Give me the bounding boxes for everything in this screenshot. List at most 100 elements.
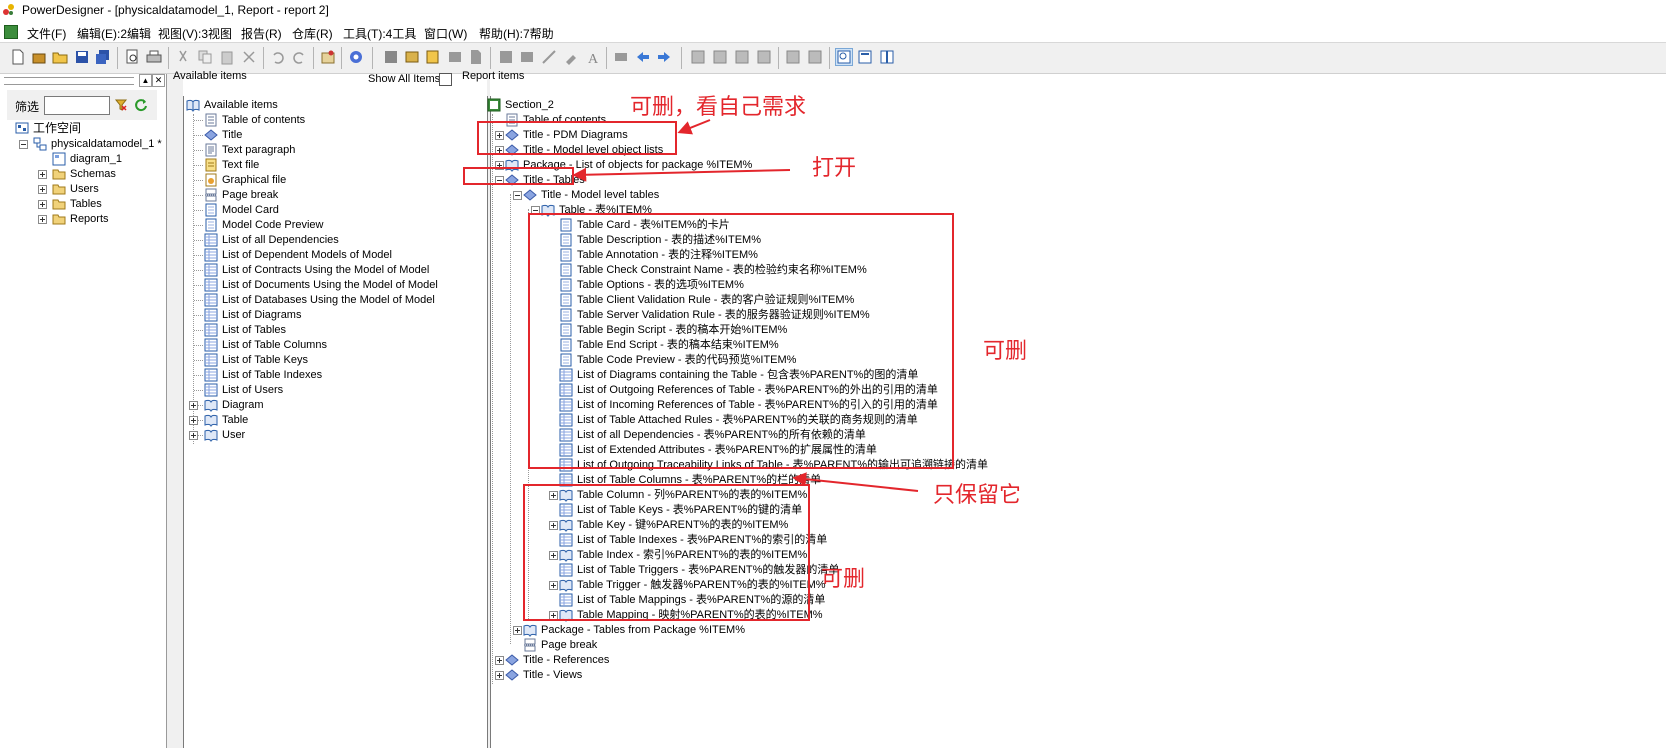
document-menu-icon[interactable] xyxy=(4,25,18,39)
report-item-label: Page break xyxy=(541,639,598,651)
list-icon xyxy=(204,383,218,397)
clear-filter-icon[interactable] xyxy=(114,98,128,112)
expand-toggle[interactable] xyxy=(38,185,47,194)
refresh-icon[interactable] xyxy=(134,98,148,112)
align-left-icon[interactable] xyxy=(690,49,706,65)
align-top-icon[interactable] xyxy=(756,49,772,65)
delete-icon[interactable] xyxy=(241,49,257,65)
available-item-label: Title xyxy=(222,129,243,141)
menu-window[interactable]: 窗口(W) xyxy=(424,25,467,42)
properties-icon[interactable] xyxy=(320,49,336,65)
generate-icon[interactable] xyxy=(348,49,364,65)
cut-icon[interactable] xyxy=(175,49,191,65)
available-item-label: Text file xyxy=(222,159,260,171)
expand-toggle[interactable] xyxy=(189,416,198,425)
available-item-label: List of Users xyxy=(222,384,284,396)
report-template-icon[interactable] xyxy=(425,49,441,65)
panel-grip[interactable] xyxy=(4,77,134,85)
expand-toggle[interactable] xyxy=(38,170,47,179)
undo-icon[interactable] xyxy=(270,49,286,65)
show-all-items-label: Show All Items xyxy=(368,73,441,85)
save-icon[interactable] xyxy=(74,49,90,65)
print-preview-icon[interactable] xyxy=(124,49,140,65)
open-icon[interactable] xyxy=(52,49,68,65)
book-icon xyxy=(204,399,218,412)
expand-toggle[interactable] xyxy=(189,431,198,440)
collapse-toggle[interactable] xyxy=(19,140,28,149)
align-center-icon[interactable] xyxy=(712,49,728,65)
report-format-icon[interactable] xyxy=(447,49,463,65)
menu-view[interactable]: 视图(V):3视图 xyxy=(158,25,232,42)
annotation-keep-only: 只保留它 xyxy=(933,482,1022,507)
section-icon xyxy=(487,98,501,112)
save-all-icon[interactable] xyxy=(95,49,111,65)
link-icon[interactable] xyxy=(613,49,629,65)
move-left-icon[interactable] xyxy=(635,49,651,65)
collapse-toggle[interactable] xyxy=(513,191,522,200)
window-title: PowerDesigner - [physicaldatamodel_1, Re… xyxy=(22,3,329,17)
highlight-box xyxy=(463,167,574,185)
expand-toggle[interactable] xyxy=(495,671,504,680)
folder-icon xyxy=(52,184,66,195)
tree-label: Reports xyxy=(70,213,109,225)
workspace-icon xyxy=(15,122,29,134)
splitter[interactable] xyxy=(167,74,183,748)
expand-toggle[interactable] xyxy=(38,215,47,224)
paste-icon[interactable] xyxy=(219,49,235,65)
menu-report[interactable]: 报告(R) xyxy=(241,25,282,42)
highlight-box xyxy=(528,213,954,469)
menu-edit[interactable]: 编辑(E):2编辑 xyxy=(77,25,151,42)
redo-icon[interactable] xyxy=(291,49,307,65)
available-item-label: List of Diagrams xyxy=(222,309,302,321)
tree-label: diagram_1 xyxy=(70,153,122,165)
edit-mode-icon[interactable] xyxy=(857,49,873,65)
menu-tools[interactable]: 工具(T):4工具 xyxy=(343,25,416,42)
font-icon[interactable]: A xyxy=(585,49,601,65)
expand-toggle[interactable] xyxy=(495,656,504,665)
line-icon[interactable] xyxy=(541,49,557,65)
title-icon xyxy=(505,654,519,666)
layout-icon[interactable] xyxy=(519,49,535,65)
expand-toggle[interactable] xyxy=(189,401,198,410)
expand-toggle[interactable] xyxy=(38,200,47,209)
available-item-label: Page break xyxy=(222,189,279,201)
available-item-label: Text paragraph xyxy=(222,144,296,156)
menu-file[interactable]: 文件(F) xyxy=(27,25,66,42)
split-view-icon[interactable] xyxy=(879,49,895,65)
toolbar-separator xyxy=(372,47,373,69)
expand-toggle[interactable] xyxy=(513,626,522,635)
preview-mode-icon[interactable] xyxy=(835,48,853,66)
report-item-icon[interactable] xyxy=(383,49,399,65)
tools-icon[interactable] xyxy=(563,49,579,65)
report-item-label: Package - Tables from Package %ITEM% xyxy=(541,624,745,636)
zoom-out-icon[interactable] xyxy=(807,49,823,65)
annotation-open: 打开 xyxy=(812,155,857,180)
move-right-icon[interactable] xyxy=(656,49,672,65)
report-list-icon[interactable] xyxy=(404,49,420,65)
toolbar: A xyxy=(0,43,1666,74)
toolbar-separator xyxy=(829,47,830,69)
zoom-in-icon[interactable] xyxy=(785,49,801,65)
report-item-label: Title - References xyxy=(523,654,610,666)
graphical-file-icon xyxy=(205,173,217,187)
list-icon xyxy=(204,323,218,337)
copy-icon[interactable] xyxy=(197,49,213,65)
filter-label: 筛选 xyxy=(15,100,40,114)
title-bar: PowerDesigner - [physicaldatamodel_1, Re… xyxy=(0,0,1666,21)
align-right-icon[interactable] xyxy=(734,49,750,65)
new-icon[interactable] xyxy=(10,49,26,65)
menu-help[interactable]: 帮助(H):7帮助 xyxy=(479,25,554,42)
panel-close-icon[interactable]: ✕ xyxy=(152,74,165,87)
menu-bar: 文件(F) 编辑(E):2编辑 视图(V):3视图 报告(R) 仓库(R) 工具… xyxy=(0,21,1666,43)
panel-maximize-icon[interactable]: ▲ xyxy=(139,74,152,87)
menu-repository[interactable]: 仓库(R) xyxy=(292,25,333,42)
svg-text:A: A xyxy=(588,52,599,65)
tree-label: physicaldatamodel_1 * xyxy=(51,138,162,150)
print-icon[interactable] xyxy=(146,49,162,65)
new-model-icon[interactable] xyxy=(31,49,47,65)
filter-input[interactable] xyxy=(44,96,110,115)
available-items-root-icon xyxy=(186,99,200,112)
show-all-items-checkbox[interactable] xyxy=(439,73,452,86)
section-icon[interactable] xyxy=(498,49,514,65)
report-page-icon[interactable] xyxy=(468,49,484,65)
